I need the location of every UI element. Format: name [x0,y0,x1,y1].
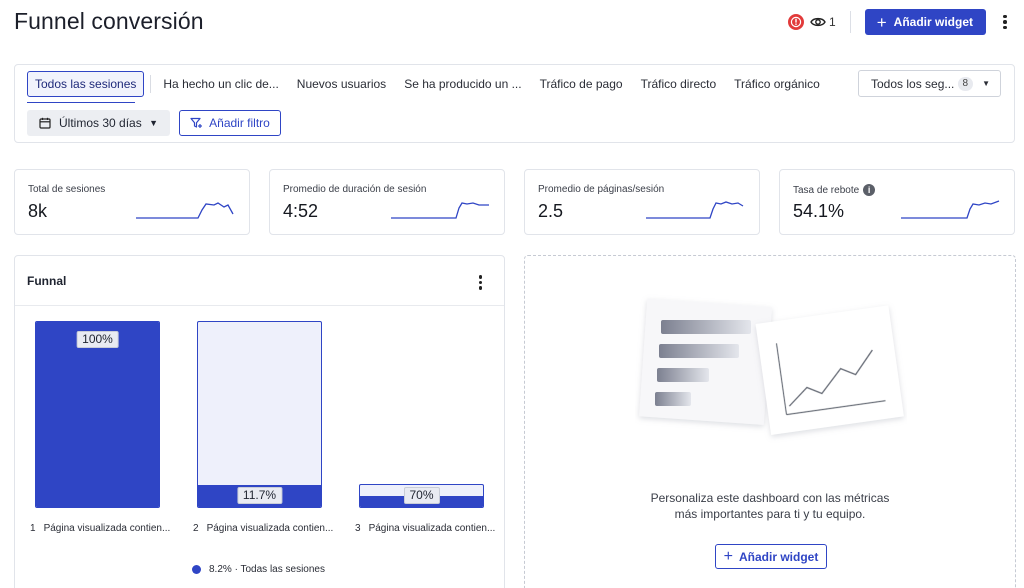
segment-tabs: Todos las sesiones Ha hecho un clic de..… [27,71,829,97]
more-options-icon[interactable] [1000,14,1010,30]
alert-glyph-icon [789,15,803,29]
legend-dot-icon [192,565,201,574]
funnel-bar-step-2[interactable]: 11.7% [197,321,322,508]
add-filter-button[interactable]: Añadir filtro [179,110,281,136]
kpi-card-total-sessions[interactable]: Total de sesiones 8k [14,169,250,235]
legend-label: 8.2% · Todas las sesiones [209,564,325,575]
page-title: Funnel conversión [14,8,204,34]
info-icon[interactable]: i [863,184,876,196]
empty-widget-line-2: más importantes para ti y tu equipo. [674,507,866,521]
kpi-card-avg-pages-session[interactable]: Promedio de páginas/sesión 2.5 [524,169,760,235]
funnel-bar-fill [36,322,159,507]
viewer-count: 1 [829,15,836,29]
segment-tab-direct-traffic[interactable]: Tráfico directo [632,71,726,97]
funnel-header-divider [15,305,504,306]
kpi-value: 2.5 [538,201,564,221]
plus-icon: + [723,547,733,565]
add-filter-label: Añadir filtro [209,116,270,130]
funnel-more-options-icon[interactable] [478,275,482,290]
funnel-bar-label: 100% [76,331,119,348]
header-actions: 1 + Añadir widget [788,9,1010,35]
kpi-label: Promedio de duración de sesión [283,184,427,195]
active-tab-underline [27,102,135,103]
header-divider [849,11,851,33]
kpi-value: 54.1% [793,201,845,221]
step-name: Página visualizada contien... [206,523,334,534]
alert-icon[interactable] [788,14,805,30]
filter-panel: Todos las sesiones Ha hecho un clic de..… [14,64,1015,143]
add-widget-button[interactable]: + Añadir widget [864,9,986,35]
funnel-legend[interactable]: 8.2% · Todas las sesiones [192,564,325,575]
date-range-dropdown[interactable]: Últimos 30 días ▼ [27,110,170,136]
empty-add-widget-button[interactable]: + Añadir widget [715,544,827,569]
funnel-widget: Funnal 100% 11.7% 70% 1 Página visualiza… [14,255,505,588]
empty-widget-message: Personaliza este dashboard con las métri… [525,490,1015,522]
eye-icon [810,17,826,27]
kpi-label-wrapper: Tasa de rebote i [793,184,876,196]
sparkline-icon [901,200,1000,219]
step-name: Página visualizada contien... [368,523,496,534]
funnel-step-label-3: 3 Página visualizada contien... [355,523,495,534]
funnel-title: Funnal [27,274,67,288]
sparkline-icon [136,202,234,219]
sparkline-icon [391,202,489,219]
funnel-step-label-1: 1 Página visualizada contien... [30,523,170,534]
funnel-bar-step-3[interactable]: 70% [359,484,484,508]
viewers[interactable]: 1 [810,15,836,29]
empty-widget-line-1: Personaliza este dashboard con las métri… [650,491,890,505]
caret-down-icon: ▼ [982,79,990,88]
segment-tab-all-sessions[interactable]: Todos las sesiones [27,71,145,97]
step-name: Página visualizada contien... [43,523,171,534]
segment-tab-paid-traffic[interactable]: Tráfico de pago [531,71,632,97]
step-number: 3 [355,523,361,534]
step-number: 2 [193,523,199,534]
kpi-value: 8k [28,201,48,221]
segment-tab-organic-traffic[interactable]: Tráfico orgánico [725,71,829,97]
add-widget-label: Añadir widget [893,15,973,29]
segment-tab-new-users[interactable]: Nuevos usuarios [288,71,395,97]
all-segments-dropdown[interactable]: Todos los seg... 8 ▼ [858,70,1001,97]
kpi-label: Total de sesiones [28,184,106,195]
dashboard-illustration-icon [639,298,904,435]
segment-tab-clicked[interactable]: Ha hecho un clic de... [154,71,287,97]
sparkline-icon [646,201,744,219]
empty-widget-placeholder: Personaliza este dashboard con las métri… [524,255,1016,588]
step-number: 1 [30,523,36,534]
funnel-bar-step-1[interactable]: 100% [35,321,160,508]
segments-count-badge: 8 [957,76,974,91]
segment-tab-occurred[interactable]: Se ha producido un ... [395,71,530,97]
kpi-card-bounce-rate[interactable]: Tasa de rebote i 54.1% [779,169,1015,235]
date-range-label: Últimos 30 días [59,116,142,130]
calendar-icon [39,117,51,129]
kpi-card-avg-session-duration[interactable]: Promedio de duración de sesión 4:52 [269,169,505,235]
kpi-value: 4:52 [283,201,319,221]
kpi-label: Tasa de rebote [793,184,860,196]
filter-plus-icon [190,117,203,129]
funnel-bar-label: 11.7% [236,487,283,504]
funnel-bar-label: 70% [403,487,440,504]
funnel-step-label-2: 2 Página visualizada contien... [193,523,333,534]
all-segments-label: Todos los seg... [871,76,955,91]
plus-icon: + [876,12,887,32]
segment-divider [150,75,152,93]
kpi-label: Promedio de páginas/sesión [538,184,665,195]
caret-down-icon: ▼ [149,118,158,128]
empty-add-widget-label: Añadir widget [739,549,819,564]
